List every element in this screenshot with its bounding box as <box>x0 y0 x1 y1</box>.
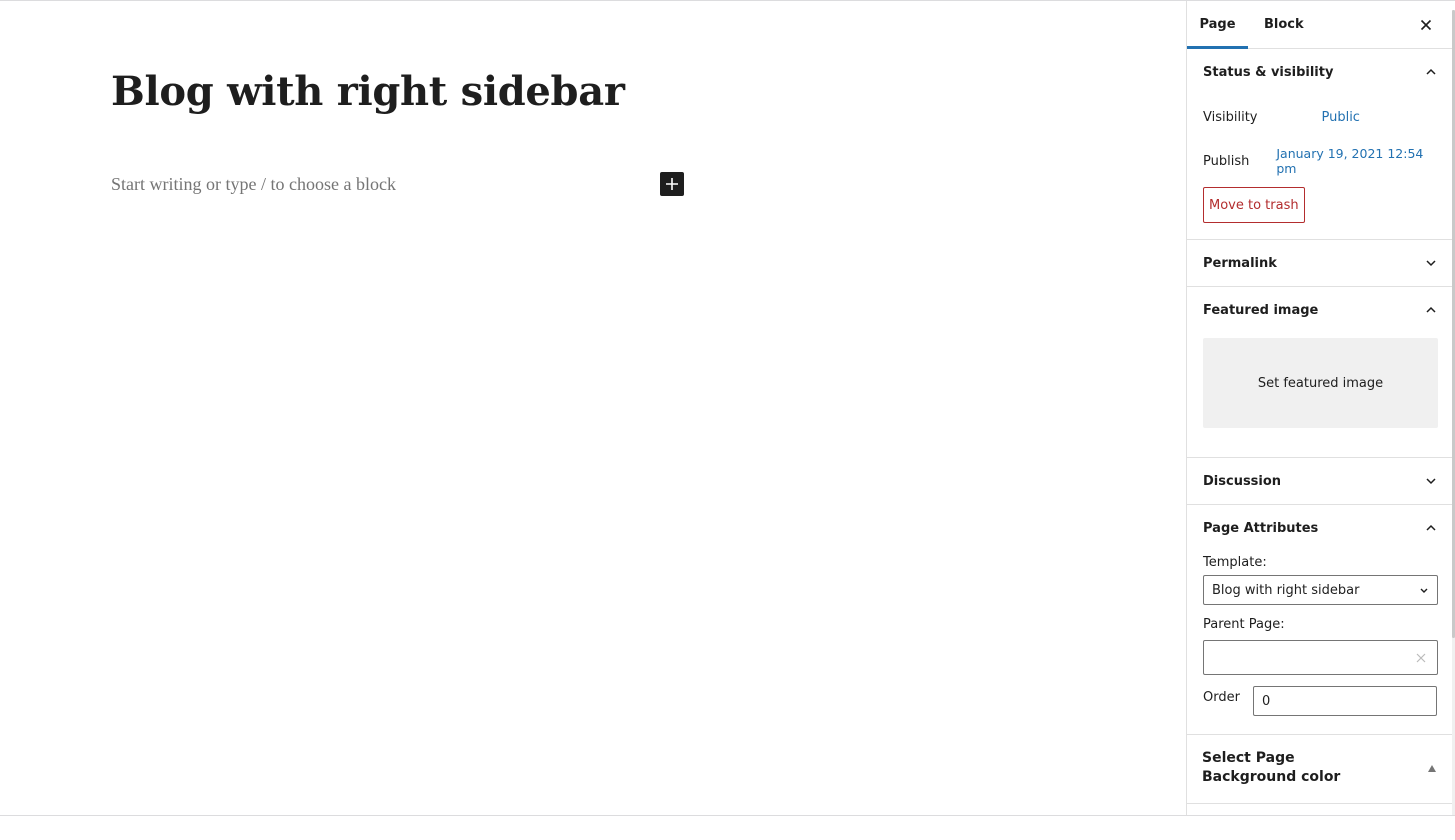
panel-title: Permalink <box>1203 255 1277 271</box>
close-sidebar-button[interactable] <box>1414 13 1438 37</box>
panel-title: Discussion <box>1203 473 1282 489</box>
plus-icon <box>666 178 678 190</box>
visibility-label: Visibility <box>1203 109 1258 125</box>
order-row: Order <box>1203 686 1438 716</box>
panel-status-visibility: Status & visibility Visibility Public Pu… <box>1187 49 1454 240</box>
publish-row: Publish January 19, 2021 12:54 pm <box>1203 139 1438 183</box>
parent-page-label: Parent Page: <box>1203 617 1285 632</box>
tab-block[interactable]: Block <box>1248 1 1320 48</box>
panel-page-attributes: Page Attributes Template: Blog with righ… <box>1187 505 1454 735</box>
panel-page-background: Select Page Background color <box>1187 735 1454 804</box>
template-select[interactable]: Blog with right sidebar <box>1203 575 1438 605</box>
move-to-trash-button[interactable]: Move to trash <box>1203 187 1305 223</box>
clear-icon[interactable] <box>1415 652 1427 664</box>
panel-permalink-toggle[interactable]: Permalink <box>1187 240 1454 286</box>
panel-page-attributes-toggle[interactable]: Page Attributes <box>1187 505 1454 551</box>
chevron-down-icon <box>1420 588 1428 593</box>
parent-page-combobox[interactable] <box>1203 640 1438 675</box>
set-featured-image-button[interactable]: Set featured image <box>1203 338 1438 428</box>
chevron-down-icon <box>1426 260 1436 267</box>
tab-page[interactable]: Page <box>1187 1 1248 49</box>
panel-title: Page Attributes <box>1203 520 1319 536</box>
order-label: Order <box>1203 690 1240 705</box>
publish-label: Publish <box>1203 153 1250 169</box>
bottom-border <box>0 815 1455 816</box>
panel-title: Status & visibility <box>1203 64 1334 80</box>
visibility-row: Visibility Public <box>1203 95 1438 139</box>
chevron-up-icon <box>1426 306 1436 313</box>
chevron-up-icon <box>1426 68 1436 75</box>
panel-discussion-toggle[interactable]: Discussion <box>1187 458 1454 504</box>
template-label: Template: <box>1203 555 1267 570</box>
panel-title: Select Page Background color <box>1202 750 1341 785</box>
panel-title: Featured image <box>1203 302 1319 318</box>
panel-status-visibility-toggle[interactable]: Status & visibility <box>1187 49 1454 95</box>
panel-featured-image: Featured image Set featured image <box>1187 287 1454 458</box>
triangle-up-icon <box>1428 764 1436 772</box>
close-icon <box>1420 19 1432 31</box>
template-select-value: Blog with right sidebar <box>1212 582 1360 598</box>
panel-discussion: Discussion <box>1187 458 1454 505</box>
publish-date-link[interactable]: January 19, 2021 12:54 pm <box>1276 146 1438 176</box>
chevron-up-icon <box>1426 524 1436 531</box>
panel-permalink: Permalink <box>1187 240 1454 287</box>
panel-featured-image-toggle[interactable]: Featured image <box>1187 287 1454 333</box>
editor-canvas: Blog with right sidebar Start writing or… <box>0 1 1186 815</box>
panel-page-background-toggle[interactable]: Select Page Background color <box>1187 735 1454 803</box>
block-inserter-button[interactable] <box>660 172 684 196</box>
post-title[interactable]: Blog with right sidebar <box>111 65 625 119</box>
order-input[interactable] <box>1252 686 1437 716</box>
block-placeholder[interactable]: Start writing or type / to choose a bloc… <box>111 173 396 195</box>
settings-sidebar: Page Block Status & visibility Visibilit… <box>1186 1 1454 815</box>
sidebar-tabs: Page Block <box>1187 1 1454 49</box>
visibility-link[interactable]: Public <box>1321 110 1359 125</box>
chevron-down-icon <box>1426 478 1436 485</box>
